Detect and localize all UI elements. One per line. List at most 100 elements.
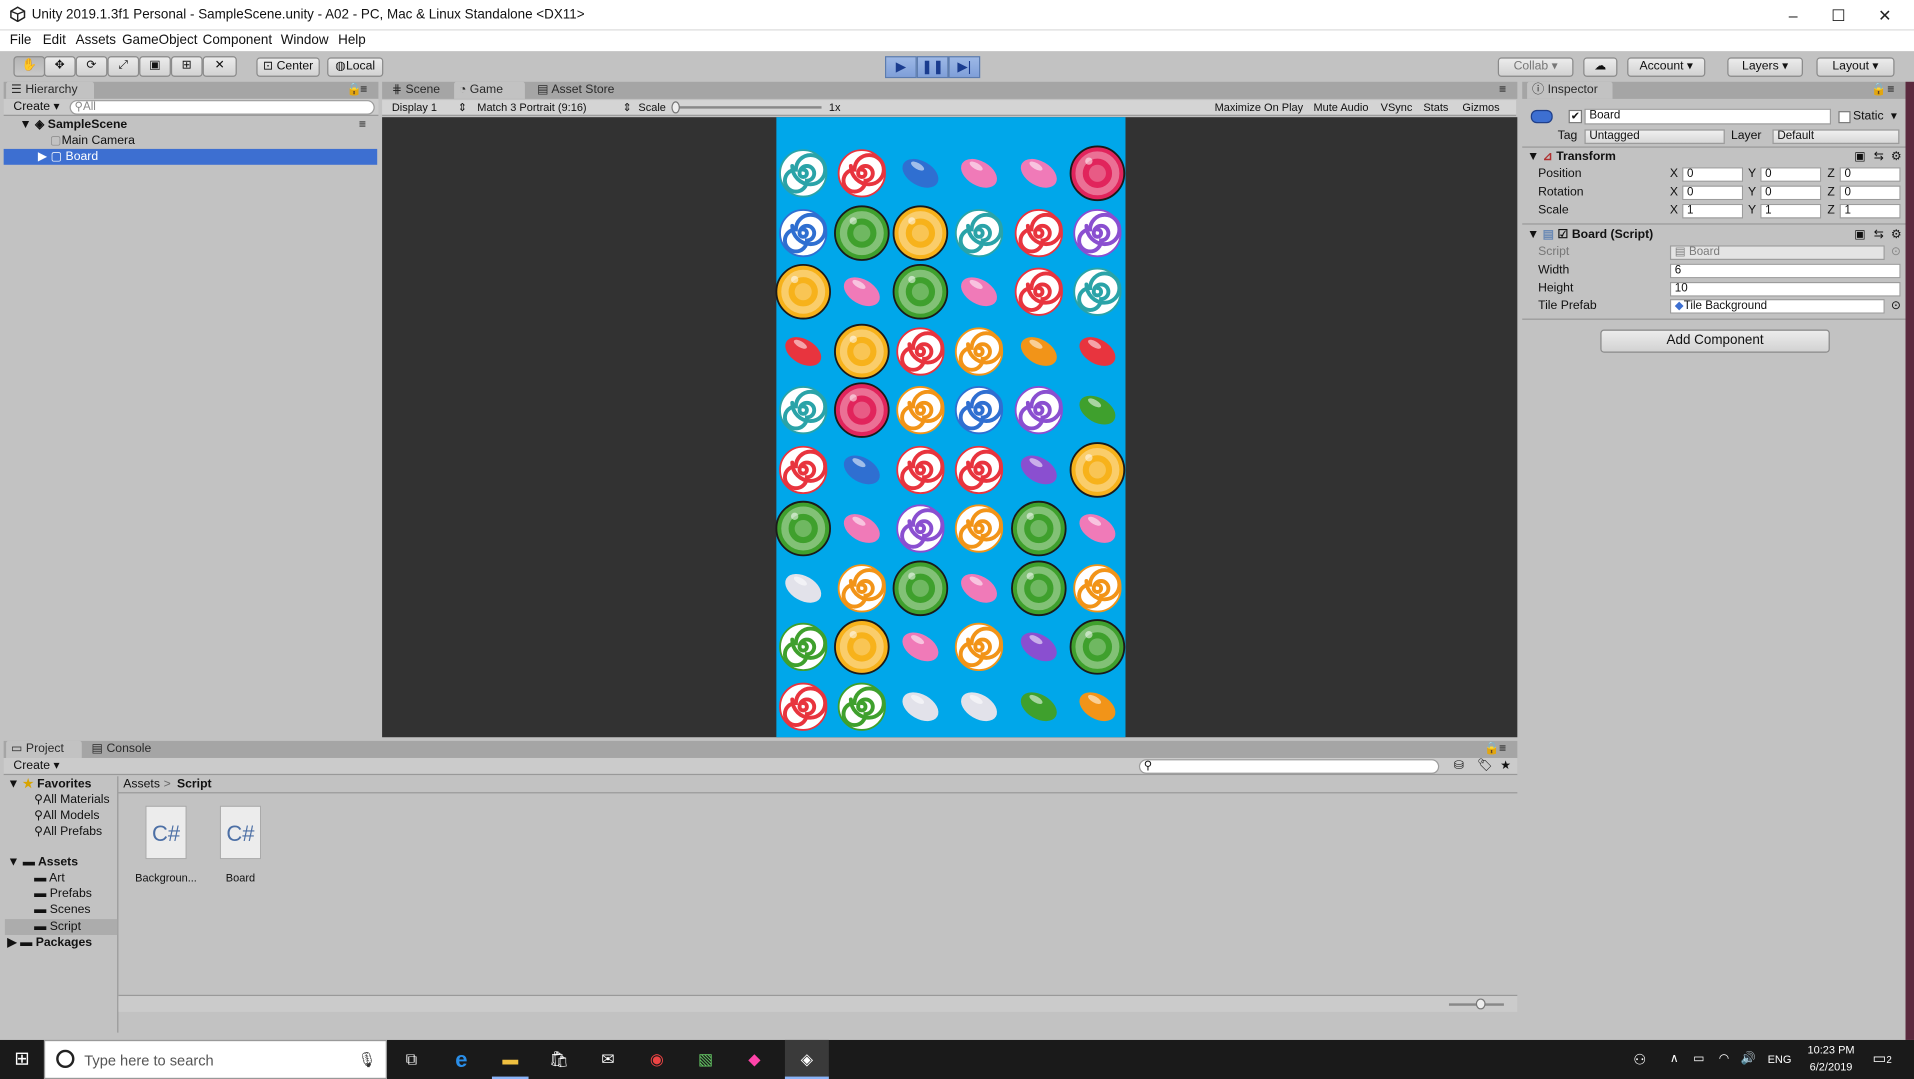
position-y-field[interactable]: 0: [1760, 167, 1822, 182]
fav-all-prefabs[interactable]: ⚲All Prefabs: [34, 824, 102, 840]
tab-game[interactable]: ◔ Game: [454, 81, 525, 99]
git-app-icon[interactable]: ◆: [736, 1040, 773, 1079]
rotation-x-field[interactable]: 0: [1682, 185, 1744, 201]
candy-bean-orange[interactable]: [1068, 677, 1127, 736]
candy-swirl-orange[interactable]: [950, 499, 1009, 558]
candy-swirl-red[interactable]: [1009, 262, 1068, 321]
candy-swirl-blue[interactable]: [773, 203, 832, 262]
icon-size-slider-thumb[interactable]: [1475, 998, 1486, 1010]
menu-edit[interactable]: Edit: [43, 33, 66, 48]
battery-icon[interactable]: ▭: [1693, 1052, 1705, 1065]
candy-swirl-red[interactable]: [950, 440, 1009, 499]
tab-project[interactable]: ▭ Project: [6, 740, 82, 758]
mail-icon[interactable]: ✉: [590, 1040, 627, 1079]
display-dropdown[interactable]: Display 1: [392, 101, 437, 113]
rotate-tool-button[interactable]: ⟳: [75, 56, 108, 77]
static-checkbox[interactable]: [1838, 111, 1851, 124]
breadcrumb-script[interactable]: Script: [177, 778, 212, 791]
hierarchy-search-input[interactable]: ⚲All: [69, 100, 375, 115]
candy-bean-red[interactable]: [1068, 322, 1127, 381]
static-dropdown-icon[interactable]: ▾: [1891, 109, 1897, 126]
candy-ball-green[interactable]: [773, 499, 832, 558]
tab-hierarchy[interactable]: ☰ Hierarchy: [6, 81, 94, 99]
match3-board[interactable]: [773, 117, 1127, 738]
candy-swirl-teal[interactable]: [950, 203, 1009, 262]
assets-root[interactable]: ▼ ▬ Assets: [7, 854, 78, 870]
close-button[interactable]: ✕: [1862, 0, 1908, 31]
candy-swirl-green[interactable]: [832, 677, 891, 736]
hierarchy-create-button[interactable]: Create ▾: [13, 100, 59, 113]
candy-swirl-red[interactable]: [773, 677, 832, 736]
asset-file-board[interactable]: C# Board: [209, 805, 272, 891]
tile-prefab-field[interactable]: ◆Tile Background: [1669, 299, 1885, 314]
candy-bean-blue[interactable]: [891, 144, 950, 203]
custom-tool-button[interactable]: ✕: [202, 56, 237, 77]
candy-bean-pink[interactable]: [950, 558, 1009, 617]
candy-ball-yellow[interactable]: [1068, 440, 1127, 499]
candy-bean-orange[interactable]: [1009, 322, 1068, 381]
project-search-input[interactable]: ⚲: [1138, 759, 1440, 774]
candy-swirl-green[interactable]: [773, 618, 832, 677]
candy-ball-yellow[interactable]: [832, 322, 891, 381]
project-create-button[interactable]: Create ▾: [13, 759, 59, 772]
menu-file[interactable]: File: [10, 33, 32, 48]
folder-art[interactable]: ▬ Art: [34, 870, 65, 886]
candy-bean-red[interactable]: [773, 322, 832, 381]
folder-script[interactable]: ▬ Script: [4, 919, 118, 935]
pause-button[interactable]: ❚❚: [916, 56, 949, 79]
fav-all-models[interactable]: ⚲All Models: [34, 808, 99, 824]
candy-bean-pink[interactable]: [950, 144, 1009, 203]
scale-tool-button[interactable]: ⤢: [107, 56, 140, 77]
lock-icon[interactable]: 🔒: [1871, 83, 1886, 96]
scale-y-field[interactable]: 1: [1760, 203, 1822, 219]
tray-expand-icon[interactable]: ∧: [1670, 1052, 1679, 1065]
position-z-field[interactable]: 0: [1839, 167, 1901, 182]
vsync-toggle[interactable]: VSync: [1381, 101, 1413, 113]
candy-swirl-red[interactable]: [773, 440, 832, 499]
folder-scenes[interactable]: ▬ Scenes: [34, 902, 90, 918]
notification-center-icon[interactable]: ▭2: [1873, 1050, 1892, 1067]
gear-icon[interactable]: ⚙: [1891, 227, 1902, 244]
candy-swirl-purple[interactable]: [1009, 381, 1068, 440]
transform-header[interactable]: ▼ ⊿ Transform: [1527, 149, 1616, 166]
rect-tool-button[interactable]: ▣: [139, 56, 171, 77]
candy-swirl-purple[interactable]: [1068, 203, 1127, 262]
candy-swirl-teal[interactable]: [773, 381, 832, 440]
candy-bean-pink[interactable]: [891, 618, 950, 677]
candy-ball-yellow[interactable]: [891, 203, 950, 262]
transform-tool-button[interactable]: ⊞: [170, 56, 203, 77]
asset-file-background[interactable]: C# Backgroun...: [134, 805, 197, 891]
tag-dropdown[interactable]: Untagged: [1584, 129, 1725, 145]
mute-audio-toggle[interactable]: Mute Audio: [1313, 101, 1368, 113]
gear-icon[interactable]: ⚙: [1891, 149, 1902, 166]
board-script-header[interactable]: ▼ ▤ ☑ Board (Script): [1527, 227, 1653, 244]
maximize-button[interactable]: ☐: [1815, 0, 1861, 31]
play-button[interactable]: ▶: [885, 56, 917, 79]
candy-bean-pink[interactable]: [1068, 499, 1127, 558]
panel-menu-icon[interactable]: ≡: [1499, 742, 1506, 755]
pivot-local-button[interactable]: ◍Local: [327, 57, 384, 77]
panel-menu-icon[interactable]: ≡: [1499, 83, 1506, 96]
candy-swirl-orange[interactable]: [832, 558, 891, 617]
menu-assets[interactable]: Assets: [76, 33, 116, 48]
packages-root[interactable]: ▶ ▬ Packages: [7, 935, 92, 951]
microphone-icon[interactable]: 🎙: [358, 1051, 377, 1068]
object-picker-icon[interactable]: ⊙: [1891, 298, 1901, 315]
rotation-z-field[interactable]: 0: [1839, 185, 1901, 201]
filter-label-icon[interactable]: 🏷: [1477, 759, 1493, 772]
people-icon[interactable]: ⚇: [1633, 1051, 1646, 1068]
candy-swirl-purple[interactable]: [891, 499, 950, 558]
scale-slider-thumb[interactable]: [671, 101, 680, 114]
hierarchy-item-main-camera[interactable]: ▢Main Camera: [4, 133, 379, 149]
layout-dropdown[interactable]: Layout ▾: [1816, 57, 1895, 77]
tab-scene[interactable]: ⋕ Scene: [387, 82, 448, 99]
candy-swirl-red[interactable]: [1009, 203, 1068, 262]
menu-component[interactable]: Component: [203, 33, 272, 48]
candy-bean-green[interactable]: [1068, 381, 1127, 440]
add-component-button[interactable]: Add Component: [1600, 329, 1830, 353]
gizmos-dropdown[interactable]: Gizmos: [1462, 101, 1499, 113]
candy-bean-pink[interactable]: [832, 499, 891, 558]
unity-taskbar-icon[interactable]: ◈: [784, 1039, 829, 1079]
favorite-star-icon[interactable]: ★: [1500, 759, 1511, 772]
scene-menu-icon[interactable]: ≡: [359, 117, 366, 133]
